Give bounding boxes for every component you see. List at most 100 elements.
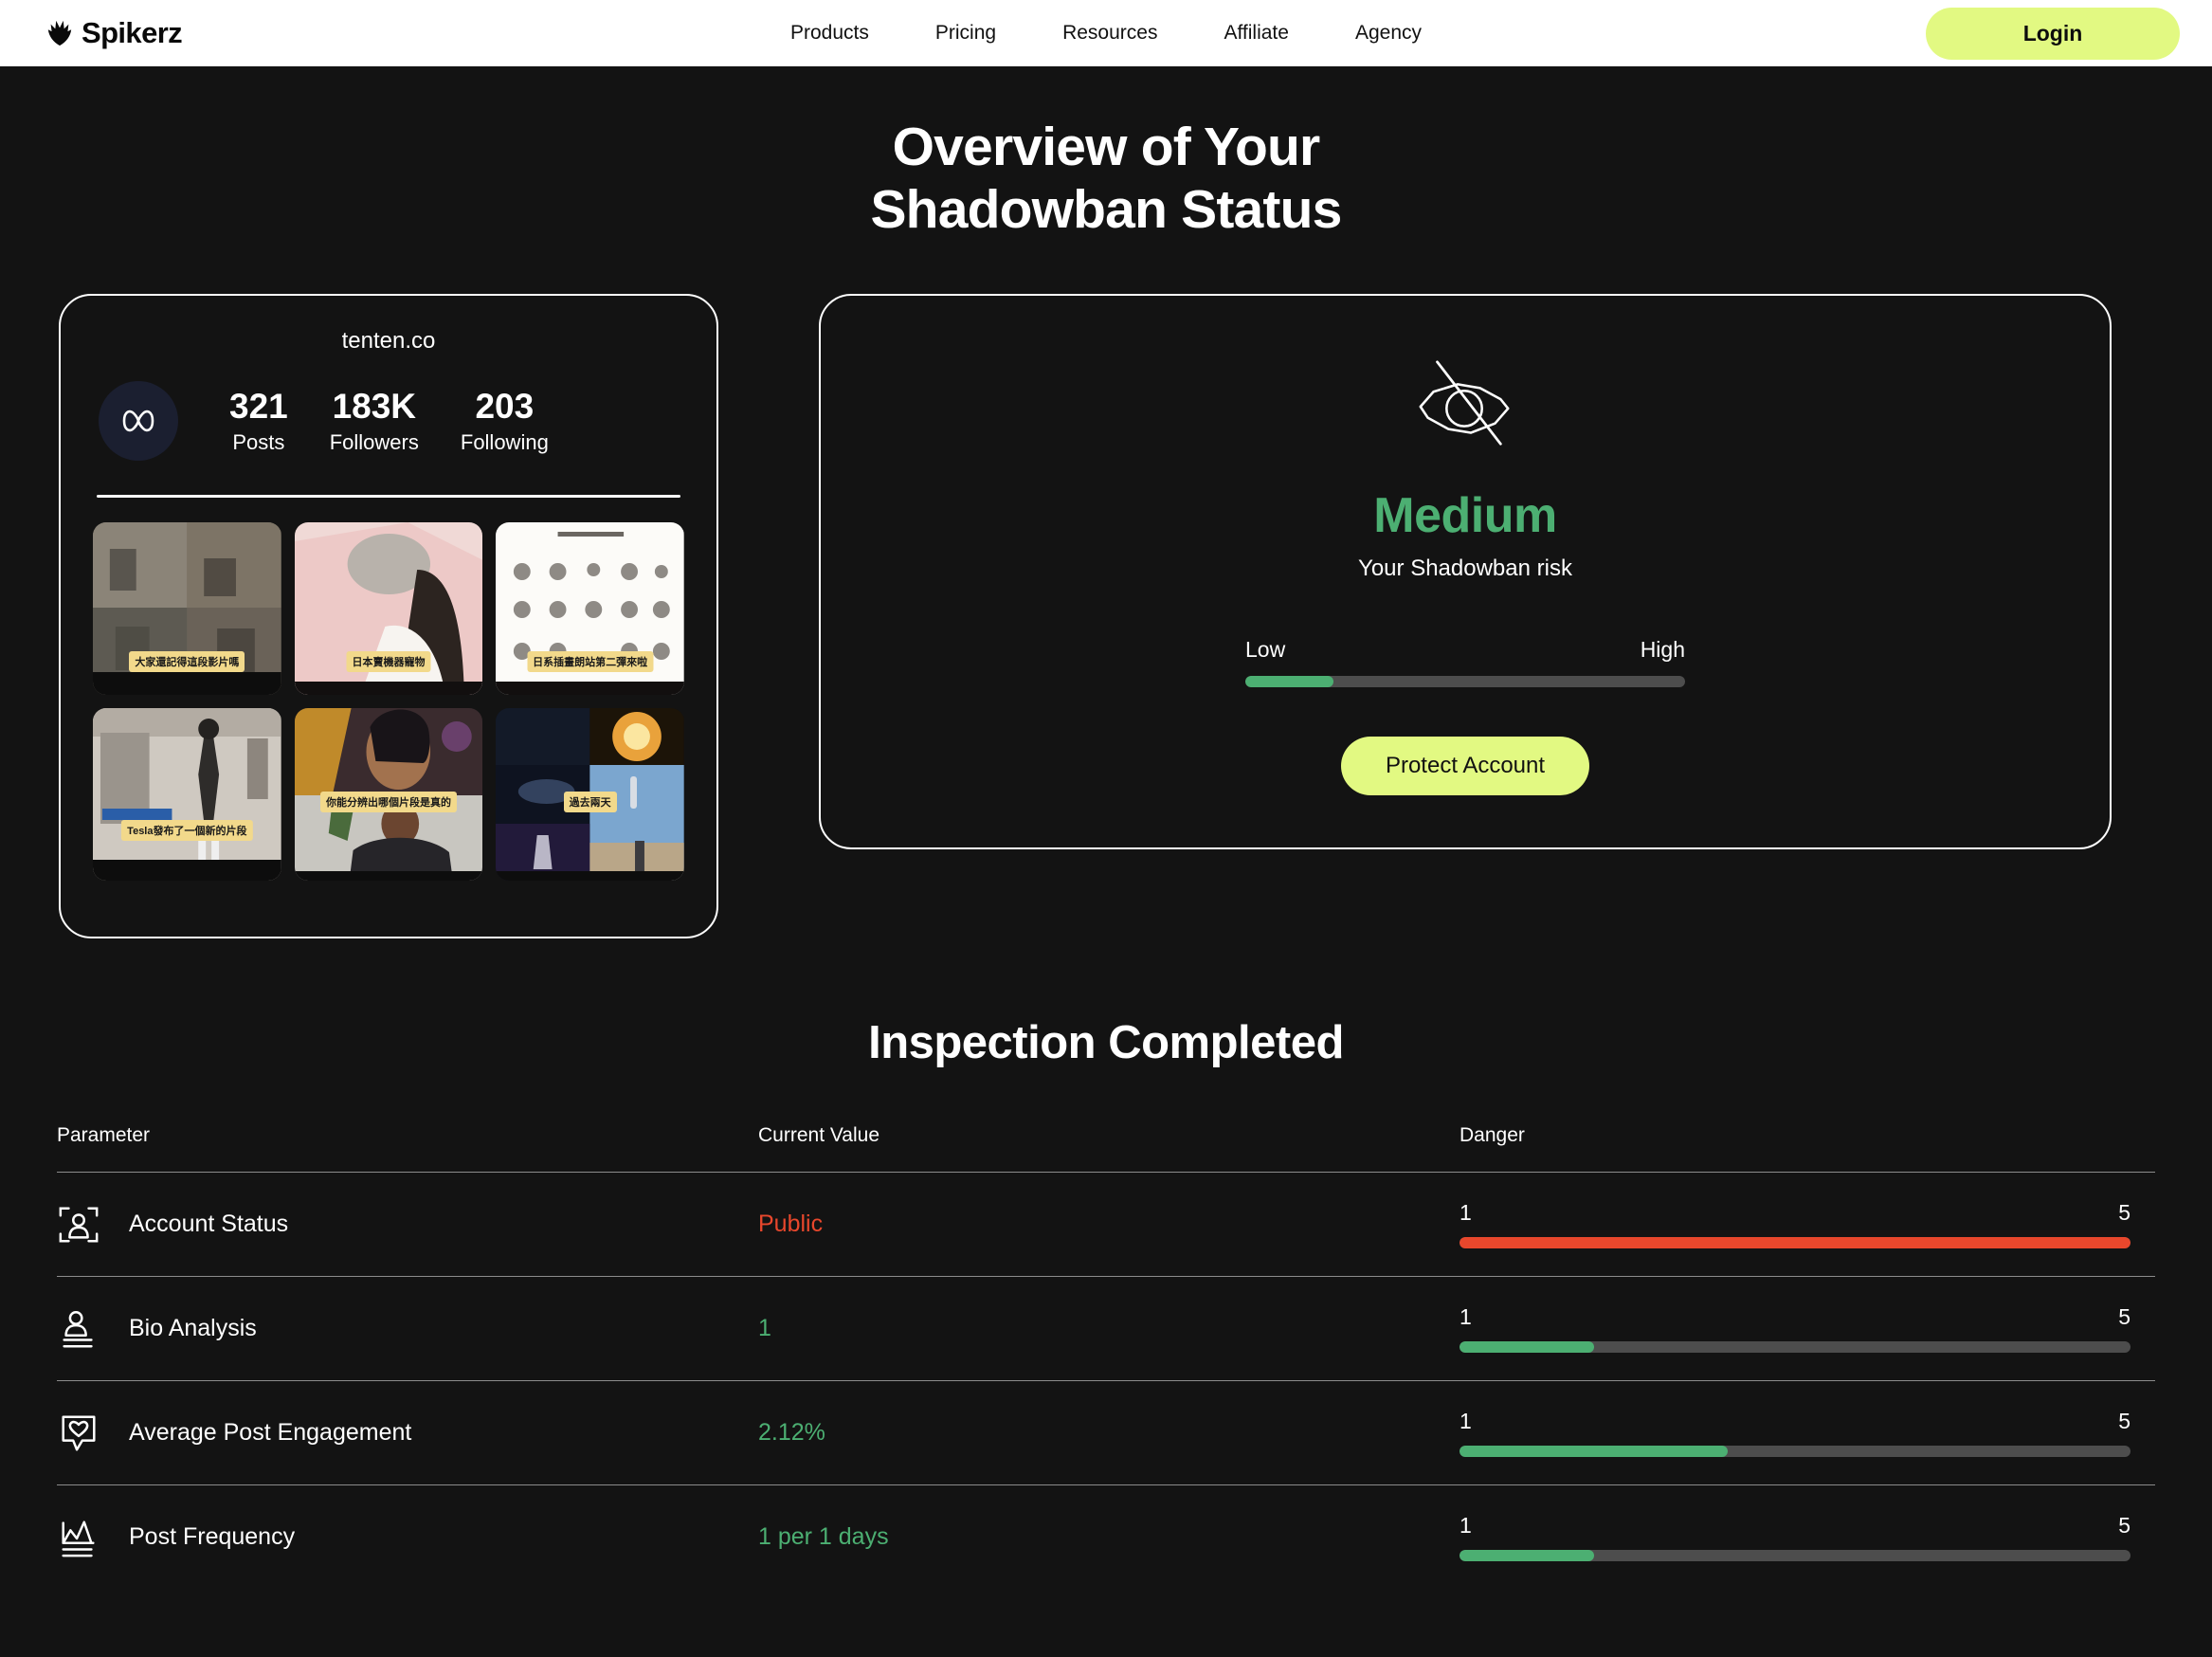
stat-posts-label: Posts (232, 430, 285, 455)
stat-posts-value: 321 (229, 386, 288, 426)
danger-max-label: 5 (2118, 1513, 2130, 1539)
profile-divider (97, 495, 680, 499)
thumbnail-caption: Tesla發布了一個新的片段 (121, 820, 253, 842)
chart-lines-icon (62, 1520, 95, 1557)
heart-comment-icon (62, 1415, 96, 1451)
stat-following-value: 203 (475, 386, 535, 426)
danger-max-label: 5 (2118, 1200, 2130, 1226)
post-thumbnail[interactable]: 大家還記得這段影片嗎 (93, 522, 281, 696)
page-title-line2: Shadowban Status (870, 179, 1342, 241)
post-thumbnail[interactable]: Tesla發布了一個新的片段 (93, 708, 281, 882)
danger-track-fill (1460, 1237, 2130, 1249)
current-value-cell: 1 per 1 days (758, 1523, 889, 1551)
post-thumbnail-grid: 大家還記得這段影片嗎 日本賣機器寵物 日系插畫朗站第二彈來啦 Tesla發布了一… (93, 522, 684, 882)
current-value-cell: 1 (758, 1315, 771, 1342)
brand-logo[interactable]: Spikerz (45, 16, 183, 50)
column-header-parameter: Parameter (57, 1124, 151, 1147)
parameter-cell: Account Status (57, 1203, 758, 1247)
profile-summary: 321 Posts 183K Followers 203 Following (93, 381, 684, 462)
danger-track (1460, 1341, 2130, 1354)
current-value-cell: 2.12% (758, 1419, 825, 1447)
spikerz-mark-icon (47, 20, 72, 46)
nav-item-affiliate[interactable]: Affiliate (1224, 22, 1289, 45)
thumbnail-caption: 日本賣機器寵物 (346, 651, 431, 673)
stat-following-label: Following (460, 430, 549, 455)
danger-min-label: 1 (1460, 1304, 1472, 1330)
risk-scale-low-label: Low (1245, 637, 1286, 663)
danger-min-label: 1 (1460, 1409, 1472, 1434)
risk-subtitle: Your Shadowban risk (1358, 555, 1572, 582)
danger-cell: 1 5 (1460, 1409, 2155, 1458)
risk-track (1245, 676, 1685, 688)
parameter-label: Account Status (129, 1211, 289, 1238)
danger-max-label: 5 (2118, 1409, 2130, 1434)
column-header-danger: Danger (1460, 1124, 1525, 1147)
nav-item-pricing[interactable]: Pricing (935, 22, 996, 45)
post-thumbnail[interactable]: 日系插畫朗站第二彈來啦 (496, 522, 684, 696)
danger-track-fill (1460, 1341, 1594, 1354)
danger-cell: 1 5 (1460, 1304, 2155, 1354)
parameter-cell: Bio Analysis (57, 1307, 758, 1351)
danger-track-fill (1460, 1446, 1729, 1458)
parameter-label: Average Post Engagement (129, 1419, 412, 1447)
danger-track (1460, 1550, 2130, 1562)
stat-followers-label: Followers (329, 430, 419, 455)
avatar (99, 381, 178, 462)
thumbnail-image (93, 708, 281, 882)
thumbnail-caption: 你能分辨出哪個片段是真的 (319, 792, 457, 813)
infinity-logo-icon (122, 410, 154, 432)
danger-track (1460, 1446, 2130, 1458)
inspection-table: Parameter Current Value Danger Account S… (0, 1124, 2212, 1589)
parameter-cell: Average Post Engagement (57, 1411, 758, 1455)
danger-min-label: 1 (1460, 1200, 1472, 1226)
site-header: Spikerz Products Pricing Resources Affil… (0, 0, 2212, 66)
current-value-cell: Public (758, 1211, 824, 1238)
nav-item-products[interactable]: Products (790, 22, 869, 45)
post-thumbnail[interactable]: 日本賣機器寵物 (294, 522, 483, 696)
thumbnail-caption: 日系插畫朗站第二彈來啦 (527, 651, 654, 673)
profile-stats: 321 Posts 183K Followers 203 Following (229, 387, 549, 456)
nav-item-agency[interactable]: Agency (1355, 22, 1422, 45)
stat-followers-value: 183K (332, 386, 417, 426)
profile-card: tenten.co 321 Posts 183K Followers 203 F… (59, 294, 718, 939)
risk-level: Medium (1373, 488, 1557, 544)
nav-item-resources[interactable]: Resources (1062, 22, 1157, 45)
danger-min-label: 1 (1460, 1513, 1472, 1539)
danger-cell: 1 5 (1460, 1513, 2155, 1562)
main-nav: Products Pricing Resources Affiliate Age… (790, 22, 1422, 45)
risk-scale: Low High (1245, 637, 1685, 688)
parameter-cell: Post Frequency (57, 1516, 758, 1559)
profile-handle: tenten.co (341, 328, 436, 355)
parameter-label: Post Frequency (129, 1523, 296, 1551)
login-button[interactable]: Login (1926, 7, 2180, 60)
danger-max-label: 5 (2118, 1304, 2130, 1330)
danger-track-fill (1460, 1550, 1594, 1562)
table-row: Post Frequency 1 per 1 days 1 5 (57, 1484, 2155, 1589)
shadowban-risk-card: Medium Your Shadowban risk Low High Prot… (819, 294, 2112, 850)
page-title-line1: Overview of Your (892, 117, 1321, 177)
brand-name: Spikerz (82, 16, 183, 49)
thumbnail-caption: 大家還記得這段影片嗎 (129, 651, 245, 673)
danger-track (1460, 1237, 2130, 1249)
protect-account-button[interactable]: Protect Account (1341, 737, 1589, 796)
eye-off-icon (1419, 360, 1510, 446)
post-thumbnail[interactable]: 過去兩天 (496, 708, 684, 882)
danger-cell: 1 5 (1460, 1200, 2155, 1249)
page-title: Overview of Your Shadowban Status (0, 66, 2212, 241)
stat-following: 203 Following (461, 387, 549, 456)
scan-person-icon (59, 1207, 99, 1243)
stat-followers: 183K Followers (330, 387, 419, 456)
overview-section: tenten.co 321 Posts 183K Followers 203 F… (0, 294, 2212, 939)
parameter-label: Bio Analysis (129, 1315, 257, 1342)
risk-scale-high-label: High (1640, 637, 1685, 663)
thumbnail-caption: 過去兩天 (563, 792, 617, 813)
table-row: Bio Analysis 1 1 5 (57, 1276, 2155, 1380)
table-row: Account Status Public 1 5 (57, 1172, 2155, 1276)
inspection-title: Inspection Completed (868, 1017, 1344, 1069)
stat-posts: 321 Posts (229, 387, 288, 456)
post-thumbnail[interactable]: 你能分辨出哪個片段是真的 (294, 708, 483, 882)
table-row: Average Post Engagement 2.12% 1 5 (57, 1380, 2155, 1484)
person-lines-icon (63, 1310, 93, 1348)
column-header-current-value: Current Value (758, 1124, 880, 1147)
table-header: Parameter Current Value Danger (57, 1124, 2155, 1172)
